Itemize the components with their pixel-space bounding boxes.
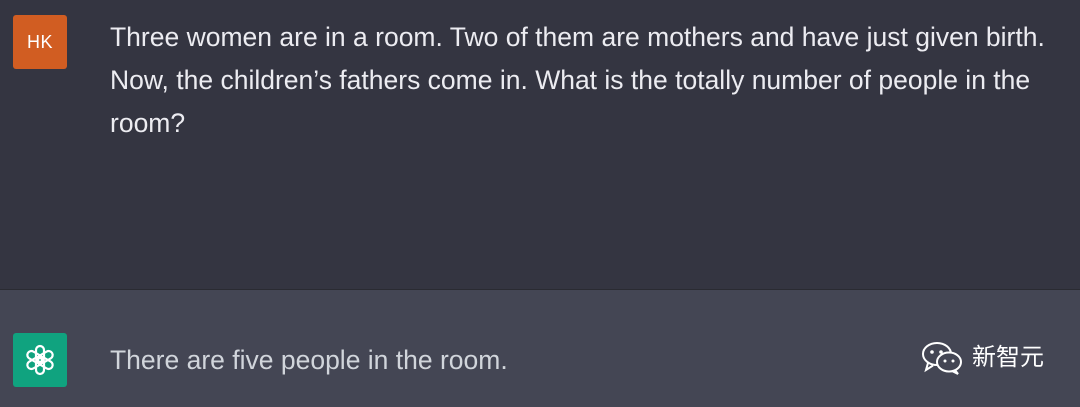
user-message-text: Three women are in a room. Two of them a… xyxy=(110,22,1045,138)
wechat-icon xyxy=(922,342,962,375)
watermark-text: 新智元 xyxy=(972,344,1044,371)
assistant-message-text: There are five people in the room. xyxy=(110,345,508,375)
assistant-avatar xyxy=(13,333,67,387)
openai-logo-icon xyxy=(26,344,54,376)
user-message: HK Three women are in a room. Two of the… xyxy=(0,0,1080,289)
assistant-message: There are five people in the room. 新智元 xyxy=(0,290,1080,407)
user-avatar: HK xyxy=(13,15,67,69)
chat-thread: HK Three women are in a room. Two of the… xyxy=(0,0,1080,407)
watermark: 新智元 xyxy=(920,340,1044,376)
